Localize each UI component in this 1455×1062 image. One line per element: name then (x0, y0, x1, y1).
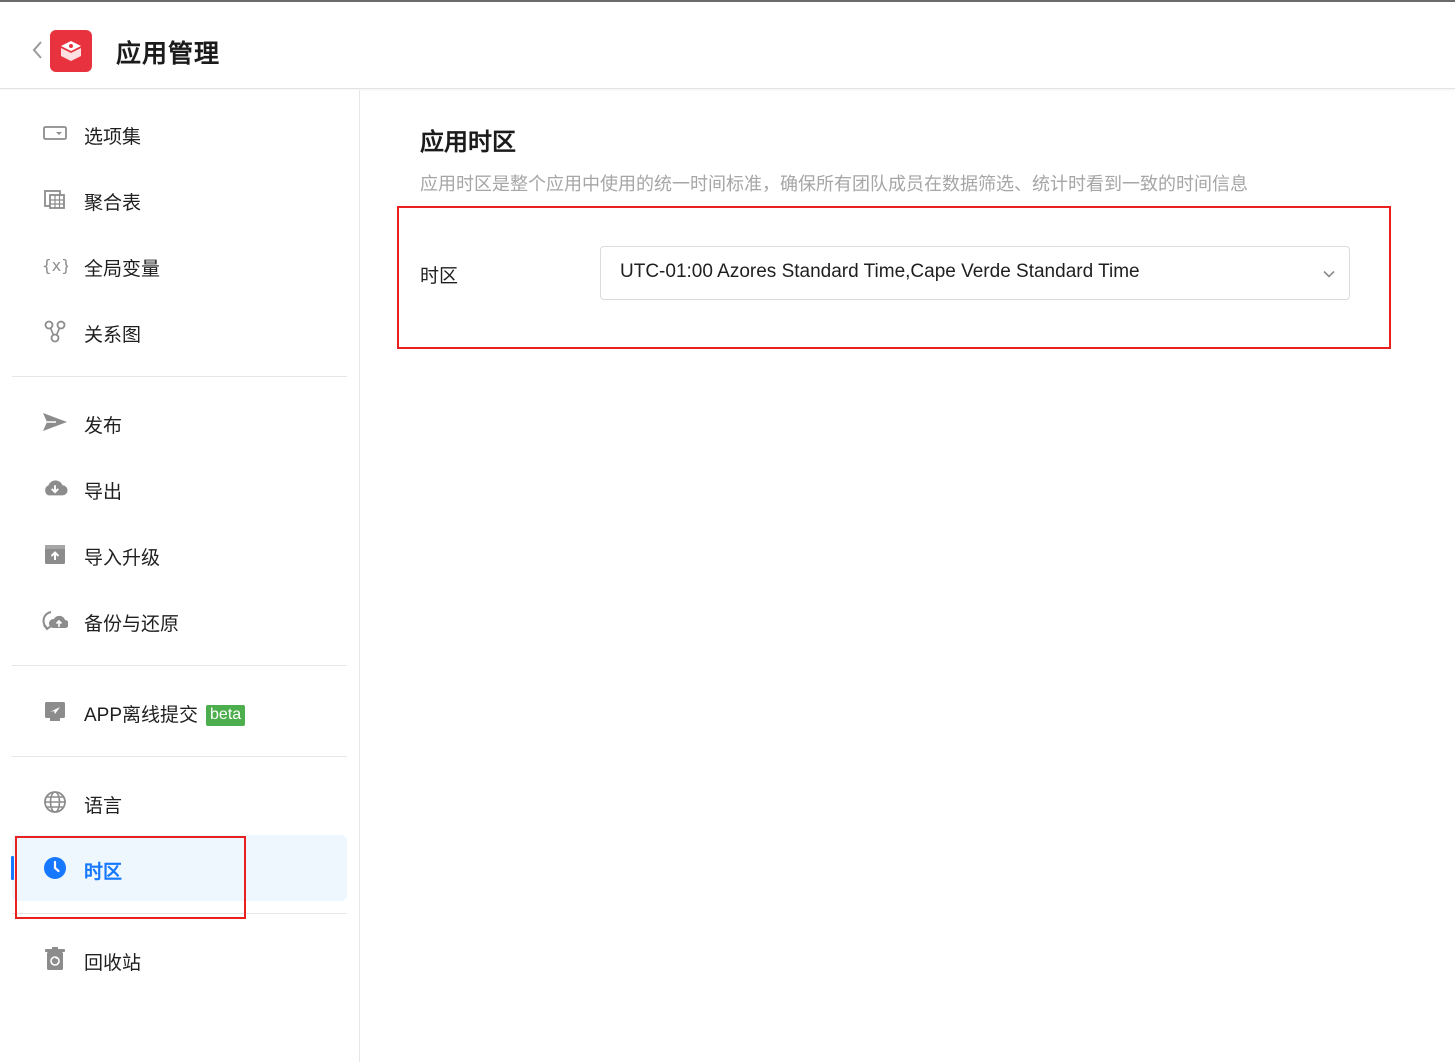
sidebar-item-label: 发布 (84, 416, 123, 437)
cloud-download-icon (42, 476, 68, 500)
sidebar-item-label: 聚合表 (84, 193, 142, 214)
offline-submit-icon (42, 699, 68, 723)
sidebar-divider (12, 665, 347, 666)
sidebar-item-global-variable[interactable]: {x} 全局变量 (12, 232, 347, 298)
sidebar-item-label: 导入升级 (84, 548, 161, 569)
sidebar-item-label: 关系图 (84, 325, 142, 346)
sidebar-item-option-set[interactable]: 选项集 (12, 100, 347, 166)
sidebar-item-label: 选项集 (84, 127, 142, 148)
variable-icon: {x} (42, 253, 68, 277)
sidebar-item-offline-submit[interactable]: APP离线提交 beta (12, 678, 347, 744)
page-title: 应用管理 (116, 40, 221, 68)
beta-badge: beta (206, 705, 246, 726)
timezone-select-value: UTC-01:00 Azores Standard Time,Cape Verd… (620, 261, 1140, 282)
sidebar-item-label: 全局变量 (84, 259, 161, 280)
aggregate-table-icon (42, 187, 68, 211)
sidebar-item-aggregate-table[interactable]: 聚合表 (12, 166, 347, 232)
timezone-label: 时区 (420, 266, 459, 287)
sidebar-item-label: 回收站 (84, 953, 142, 974)
import-upgrade-icon (42, 542, 68, 566)
sidebar-item-label: 时区 (84, 862, 123, 883)
sidebar: 选项集 聚合表 {x} 全局变量 关系图 发布 导出 导入升级 (0, 90, 360, 1062)
sidebar-item-label: APP离线提交 (84, 705, 199, 726)
option-set-icon (42, 121, 68, 145)
sidebar-divider (12, 376, 347, 377)
sidebar-item-label: 导出 (84, 482, 123, 503)
app-cube-icon (50, 30, 92, 72)
send-icon (42, 410, 68, 434)
app-header: 应用管理 (0, 2, 1455, 89)
sidebar-item-publish[interactable]: 发布 (12, 389, 347, 455)
section-title: 应用时区 (420, 129, 516, 156)
clock-icon (42, 856, 68, 880)
backup-restore-icon (42, 608, 68, 632)
recycle-bin-icon (42, 947, 68, 971)
sidebar-item-language[interactable]: 语言 (12, 769, 347, 835)
sidebar-item-label: 备份与还原 (84, 614, 180, 635)
chevron-left-icon[interactable] (30, 38, 48, 62)
sidebar-divider (12, 913, 347, 914)
active-indicator (11, 856, 14, 880)
sidebar-item-label-wrap: APP离线提交 beta (84, 700, 246, 727)
sidebar-item-label: 语言 (84, 796, 123, 817)
timezone-select[interactable]: UTC-01:00 Azores Standard Time,Cape Verd… (600, 246, 1350, 300)
section-description: 应用时区是整个应用中使用的统一时间标准，确保所有团队成员在数据筛选、统计时看到一… (420, 174, 1248, 194)
sidebar-item-timezone[interactable]: 时区 (12, 835, 347, 901)
svg-text:{x}: {x} (42, 256, 68, 275)
sidebar-item-relation-graph[interactable]: 关系图 (12, 298, 347, 364)
sidebar-item-export[interactable]: 导出 (12, 455, 347, 521)
chevron-down-icon (1321, 266, 1337, 282)
sidebar-item-recycle-bin[interactable]: 回收站 (12, 926, 347, 992)
sidebar-item-import-upgrade[interactable]: 导入升级 (12, 521, 347, 587)
sidebar-item-backup-restore[interactable]: 备份与还原 (12, 587, 347, 653)
globe-icon (42, 790, 68, 814)
relation-graph-icon (42, 319, 68, 343)
sidebar-divider (12, 756, 347, 757)
